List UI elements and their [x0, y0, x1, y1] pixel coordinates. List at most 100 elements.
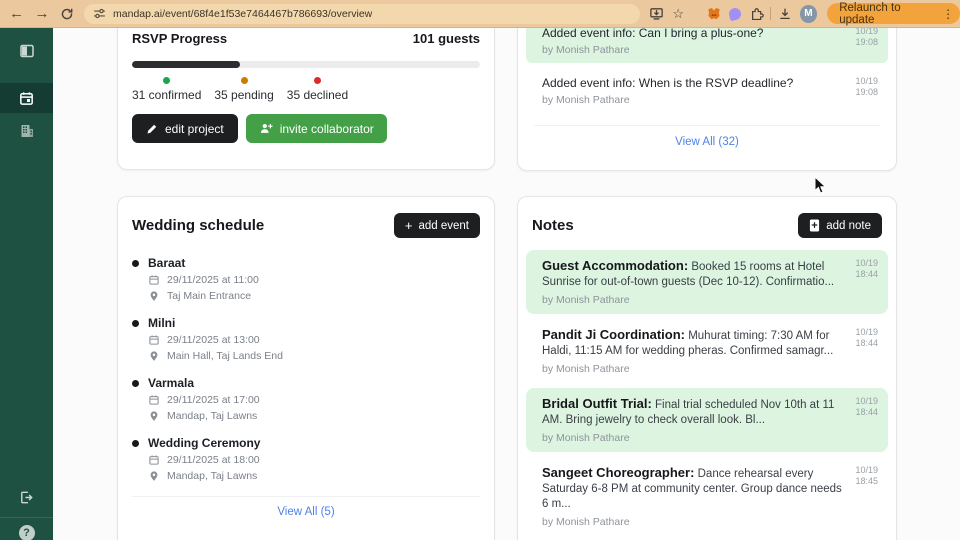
schedule-event[interactable]: Baraat 29/11/2025 at 11:00 Taj Main Entr… [132, 256, 480, 302]
event-datetime: 29/11/2025 at 11:00 [167, 274, 259, 286]
note-item[interactable]: Guest Accommodation: Booked 15 rooms at … [526, 250, 888, 314]
location-pin-icon [150, 291, 158, 301]
edit-project-label: edit project [165, 121, 224, 136]
activity-author: by Monish Pathare [542, 94, 630, 106]
extensions-icon[interactable] [746, 3, 767, 25]
schedule-event[interactable]: Varmala 29/11/2025 at 17:00 Mandap, Taj … [132, 376, 480, 422]
url-bar[interactable]: mandap.ai/event/68f4e1f53e7464467b786693… [84, 3, 641, 24]
activity-title: Added event info: Can I bring a plus-one… [542, 28, 764, 40]
stat-pending: 35 pending [214, 77, 274, 102]
note-add-icon [810, 219, 820, 232]
activity-timestamp: 10/19 19:08 [855, 28, 878, 47]
add-note-label: add note [826, 219, 871, 232]
building-icon [21, 125, 33, 137]
note-timestamp: 10/19 18:44 [855, 258, 878, 279]
activity-title: Added event info: When is the RSVP deadl… [542, 76, 794, 90]
note-item[interactable]: Bridal Outfit Trial: Final trial schedul… [526, 388, 888, 452]
relaunch-label: Relaunch to update [839, 1, 901, 26]
event-location: Main Hall, Taj Lands End [167, 350, 283, 362]
invite-collaborator-button[interactable]: invite collaborator [245, 114, 387, 143]
star-icon[interactable]: ☆ [668, 3, 689, 25]
note-title: Guest Accommodation: [542, 258, 689, 273]
pencil-icon [147, 124, 157, 133]
location-pin-icon [150, 471, 158, 481]
event-name: Wedding Ceremony [148, 436, 261, 450]
forward-icon[interactable]: → [29, 1, 54, 27]
pending-label: 35 pending [214, 88, 274, 102]
event-name: Baraat [148, 256, 186, 270]
url-text[interactable]: mandap.ai/event/68f4e1f53e7464467b786693… [113, 8, 372, 20]
declined-dot-icon [313, 77, 321, 84]
add-event-button[interactable]: + add event [393, 213, 480, 238]
event-location: Mandap, Taj Lawns [167, 410, 258, 422]
note-author: by Monish Pathare [542, 432, 630, 444]
pending-dot-icon [240, 77, 248, 84]
event-bullet-icon [132, 439, 139, 447]
install-icon[interactable] [646, 3, 667, 25]
event-name: Varmala [148, 376, 195, 390]
event-datetime: 29/11/2025 at 17:00 [167, 394, 260, 406]
sidebar-item-panel[interactable] [0, 36, 53, 66]
stat-confirmed: 31 confirmed [132, 77, 201, 102]
event-location: Mandap, Taj Lawns [167, 470, 258, 482]
activity-author: by Monish Pathare [542, 44, 630, 56]
extension-blob-icon[interactable] [724, 3, 745, 25]
divider [132, 496, 480, 497]
reload-icon[interactable] [55, 1, 80, 27]
help-icon: ? [18, 525, 35, 540]
person-add-icon [260, 123, 273, 133]
declined-label: 35 declined [286, 88, 349, 102]
note-item[interactable]: Sangeet Choreographer: Dance rehearsal e… [526, 457, 888, 536]
metamask-icon[interactable] [703, 3, 724, 25]
event-bullet-icon [132, 319, 139, 327]
notes-card-title: Notes [532, 217, 574, 234]
note-author: by Monish Pathare [542, 516, 630, 528]
note-timestamp: 10/19 18:44 [855, 327, 878, 348]
invite-collaborator-label: invite collaborator [279, 121, 374, 136]
event-location: Taj Main Entrance [167, 290, 252, 302]
guest-count: 101 guests [412, 31, 480, 46]
back-icon[interactable]: ← [4, 1, 29, 27]
divider [534, 125, 880, 126]
schedule-event[interactable]: Milni 29/11/2025 at 13:00 Main Hall, Taj… [132, 316, 480, 362]
download-icon[interactable] [774, 3, 795, 25]
notes-card: Notes add note Guest Accommodation: Book… [517, 196, 897, 540]
browser-toolbar: ← → mandap.ai/event/68f4e1f53e7464467b78… [0, 0, 960, 28]
wedding-schedule-card: Wedding schedule + add event Baraat 29/1… [117, 196, 495, 540]
activity-item[interactable]: Added event info: Can I bring a plus-one… [526, 28, 888, 63]
event-bullet-icon [132, 259, 139, 267]
note-title: Pandit Ji Coordination: [542, 327, 685, 342]
schedule-event[interactable]: Wedding Ceremony 29/11/2025 at 18:00 Man… [132, 436, 480, 482]
calendar-icon [20, 91, 33, 105]
note-title: Bridal Outfit Trial: [542, 396, 652, 411]
note-item[interactable]: Pandit Ji Coordination: Muhurat timing: … [526, 319, 888, 383]
rsvp-progress-fill [132, 61, 240, 68]
rsvp-card-title: RSVP Progress [132, 31, 228, 46]
sidebar-item-help[interactable]: ? [0, 518, 53, 540]
activity-view-all-link[interactable]: View All (32) [526, 136, 888, 148]
kebab-menu-icon[interactable]: ⋮ [940, 7, 956, 21]
sidebar-item-logout[interactable] [0, 482, 53, 512]
rsvp-progress-card: RSVP Progress 101 guests 31 confirmed 35… [117, 28, 495, 170]
sidebar-item-venues[interactable] [0, 116, 53, 146]
mouse-cursor [814, 176, 827, 194]
sidebar-item-calendar[interactable] [0, 83, 53, 113]
toolbar-separator [770, 7, 772, 20]
confirmed-label: 31 confirmed [132, 88, 202, 102]
event-name: Milni [148, 316, 176, 330]
event-calendar-icon [149, 335, 159, 345]
stat-declined: 35 declined [287, 77, 348, 102]
activity-item[interactable]: Added event info: When is the RSVP deadl… [526, 69, 888, 113]
schedule-view-all-link[interactable]: View All (5) [132, 506, 480, 518]
relaunch-button[interactable]: Relaunch to update ⋮ [827, 1, 960, 26]
event-calendar-icon [149, 455, 159, 465]
app-sidebar: ? [0, 28, 53, 540]
activity-card: Added event info: Can I bring a plus-one… [517, 28, 897, 171]
panel-icon [19, 44, 34, 58]
edit-project-button[interactable]: edit project [132, 114, 238, 143]
add-note-button[interactable]: add note [798, 213, 882, 238]
site-settings-icon[interactable] [93, 7, 106, 20]
event-bullet-icon [132, 379, 139, 387]
plus-icon: + [404, 218, 413, 233]
profile-avatar[interactable]: M [799, 4, 818, 23]
